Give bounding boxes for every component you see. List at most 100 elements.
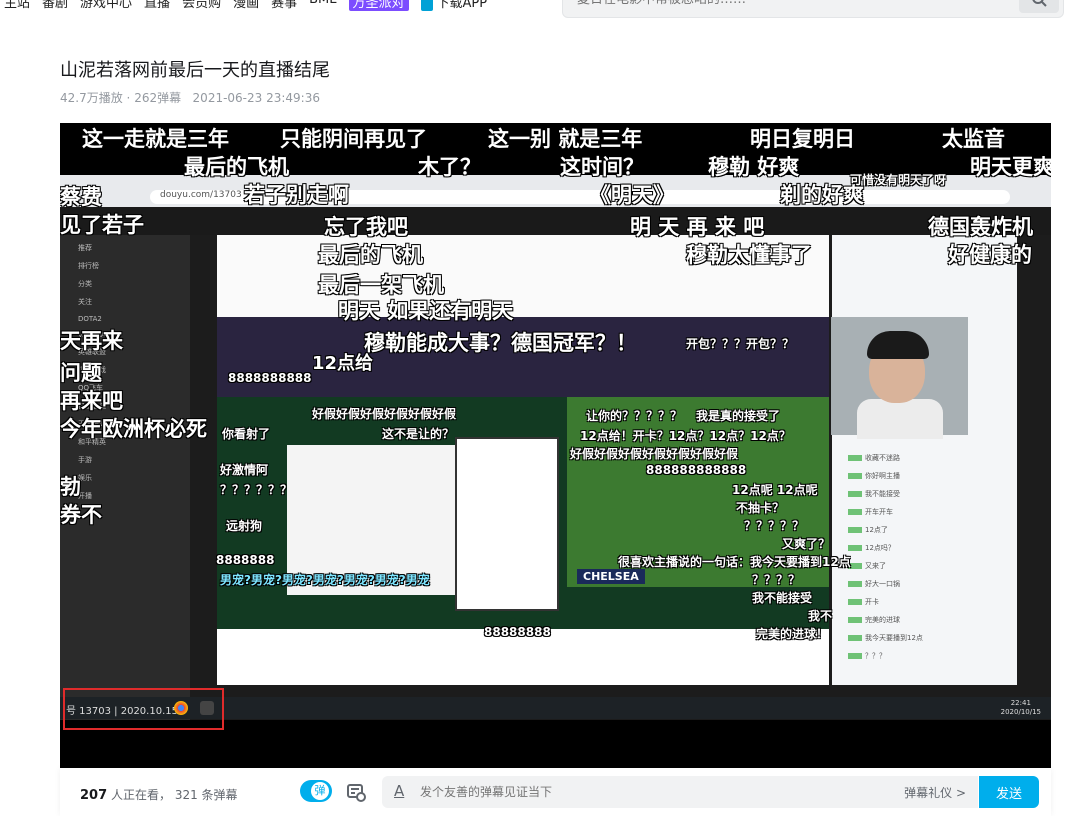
danmaku-input-box: A 弹幕礼仪 > — [382, 776, 978, 808]
phone-chat-window — [455, 437, 559, 611]
danmaku: 最后的飞机 — [318, 243, 423, 267]
taskbar-clock: 22:41 2020/10/15 — [1000, 699, 1041, 716]
nav-download-app[interactable]: 下载APP — [420, 0, 487, 11]
chat-line: 开卡 — [848, 597, 1017, 607]
publish-date: 2021-06-23 23:49:36 — [192, 91, 320, 105]
danmaku: 木了？ — [418, 155, 481, 179]
danmaku: 这一别 就是三年 — [488, 127, 643, 151]
viewer-count: 207 — [80, 788, 108, 803]
danmaku: 完美的进球！ — [756, 627, 829, 641]
danmaku: 好假好假好假好假好假好假 — [312, 407, 457, 421]
nav-manga[interactable]: 漫画 — [233, 0, 259, 11]
danmaku: 今年欧洲杯必死 — [60, 417, 207, 441]
sidebar-item: 推荐 — [78, 244, 92, 252]
video-meta: 42.7万播放 · 262弹幕 2021-06-23 23:49:36 — [60, 91, 320, 105]
danmaku: 12点给！开卡？12点？12点？12点？ — [580, 429, 791, 443]
danmaku: 又爽了？ — [782, 537, 831, 551]
chat-line: 我不能接受 — [848, 489, 1017, 499]
danmaku: 好健康的 — [948, 243, 1032, 267]
danmaku: 好激情阿 — [220, 463, 269, 477]
danmaku: 券不 — [60, 503, 102, 527]
nav-event-badge[interactable]: 万圣派对 — [348, 0, 409, 11]
sidebar-item: 手游 — [78, 456, 92, 464]
search-button[interactable] — [1019, 0, 1059, 13]
nav-live[interactable]: 直播 — [144, 0, 170, 11]
danmaku-count: 262弹幕 — [134, 91, 182, 105]
nav-bml[interactable]: BML — [309, 0, 336, 11]
danmaku: 8888888888 — [228, 371, 312, 385]
search-icon — [1032, 0, 1047, 7]
danmaku: 你看射了 — [222, 427, 271, 441]
text-style-icon[interactable]: A — [394, 782, 404, 800]
danmaku: 若子别走啊 — [244, 183, 349, 207]
danmaku: 只能阴间再见了 — [280, 127, 427, 151]
nav-esports[interactable]: 赛事 — [271, 0, 297, 11]
chat-line: 收藏不迷路 — [848, 453, 1017, 463]
danmaku: 明 天 再 来 吧 — [630, 215, 765, 239]
danmaku: 这不是让的？ — [382, 427, 455, 441]
danmaku: 12点给 — [312, 353, 374, 374]
view-count: 42.7万播放 — [60, 91, 123, 105]
danmaku: 问题 — [60, 361, 102, 385]
nav-home[interactable]: 主站 — [4, 0, 30, 11]
danmaku: 很喜欢主播说的一句话：我今天要播到12点 — [618, 555, 851, 569]
danmaku: 德国轰炸机 — [928, 215, 1033, 239]
nav-items: 主站 番剧 游戏中心 直播 会员购 漫画 赛事 BML 万圣派对 下载APP — [4, 0, 487, 11]
danmaku: 明天 如果还有明天 — [338, 299, 514, 323]
danmaku-total: 321 条弹幕 — [174, 788, 238, 802]
danmaku: 天再来 — [60, 329, 123, 353]
highlight-box — [63, 688, 224, 730]
danmaku: 开包？？？开包？？ — [686, 337, 795, 351]
chat-line: ？？？ — [848, 651, 1017, 661]
danmaku: 穆勒太懂事了 — [686, 243, 812, 267]
danmaku: 这一走就是三年 — [82, 127, 229, 151]
danmaku: 不抽卡？ — [736, 501, 785, 515]
chat-line: 我今天要播到12点 — [848, 633, 1017, 643]
phone-icon — [420, 0, 433, 11]
send-button[interactable]: 发送 — [979, 776, 1039, 808]
scoreboard-team: CHELSEA — [577, 569, 645, 584]
chat-line: 你好啊主播 — [848, 471, 1017, 481]
search-input[interactable] — [575, 0, 999, 8]
danmaku: 男宠?男宠?男宠?男宠?男宠?男宠?男宠 — [220, 573, 430, 587]
danmaku-input[interactable] — [418, 784, 842, 800]
danmaku: 8888888 — [216, 553, 275, 567]
danmaku: 远射狗 — [226, 519, 263, 533]
danmaku: 忘了我吧 — [324, 215, 408, 239]
chat-line: 12点了 — [848, 525, 1017, 535]
danmaku-toggle[interactable]: 弹 — [300, 780, 332, 802]
streamer-webcam — [831, 317, 968, 439]
douyu-nav — [60, 207, 1051, 235]
danmaku-etiquette-link[interactable]: 弹幕礼仪 > — [904, 784, 966, 801]
nav-anime[interactable]: 番剧 — [42, 0, 68, 11]
top-nav: 主站 番剧 游戏中心 直播 会员购 漫画 赛事 BML 万圣派对 下载APP — [0, 0, 1077, 18]
danmaku: 《明天》 — [590, 183, 674, 207]
danmaku: 让你的？？？？？ — [586, 409, 683, 423]
chat-line: 12点吗？ — [848, 543, 1017, 553]
danmaku: 可惜没有明天了呀 — [850, 173, 947, 187]
chat-line: 完美的进球 — [848, 615, 1017, 625]
danmaku-settings-icon[interactable] — [346, 782, 366, 802]
recorded-screen: douyu.com/13703 推荐 排行榜 分类 关注 DOTA2 VALOR… — [60, 175, 1051, 720]
danmaku: 888888888888 — [646, 463, 747, 477]
video-title: 山泥若落网前最后一天的直播结尾 — [60, 60, 330, 81]
danmaku: 88888888 — [484, 625, 551, 639]
danmaku: 勃 — [60, 475, 81, 499]
danmaku: 明日复明日 — [750, 127, 855, 151]
danmaku: 见了若子 — [60, 213, 144, 237]
search-box — [562, 0, 1064, 18]
video-player[interactable]: douyu.com/13703 推荐 排行榜 分类 关注 DOTA2 VALOR… — [60, 123, 1051, 768]
nav-game-center[interactable]: 游戏中心 — [80, 0, 132, 11]
danmaku-bar: 207 人正在看， 321 条弹幕 弹 A 弹幕礼仪 > 发送 — [60, 768, 1051, 816]
sidebar-item: 关注 — [78, 298, 92, 306]
chat-line: 又来了 — [848, 561, 1017, 571]
danmaku: 穆勒能成大事？德国冠军？！ — [364, 331, 637, 355]
sidebar-item: 娱乐 — [78, 474, 92, 482]
chat-panel: 收藏不迷路 你好啊主播 我不能接受 开车开车 12点了 12点吗？ 又来了 好大… — [832, 235, 1017, 685]
chat-line: 好大一口锅 — [848, 579, 1017, 589]
danmaku: 我是真的接受了 — [696, 409, 781, 423]
danmaku: 这时间？ — [560, 155, 644, 179]
nav-mall[interactable]: 会员购 — [182, 0, 221, 11]
danmaku: 再来吧 — [60, 389, 123, 413]
danmaku: ？？？？ — [752, 573, 801, 587]
